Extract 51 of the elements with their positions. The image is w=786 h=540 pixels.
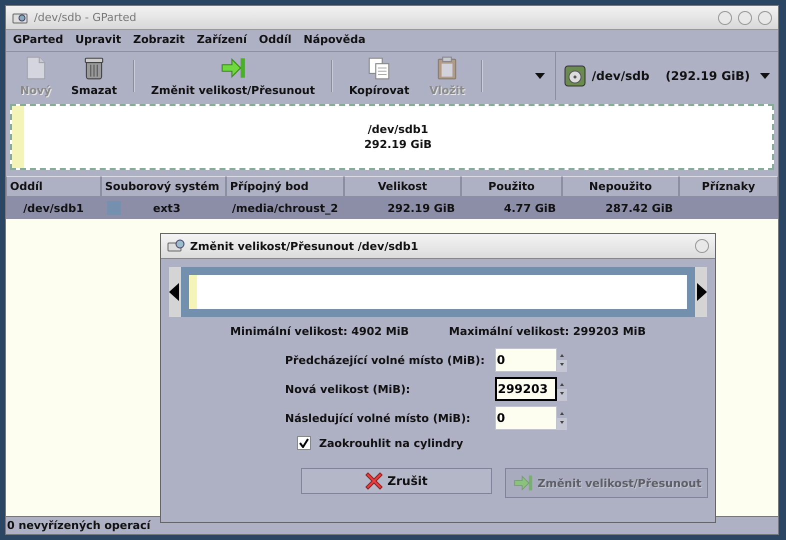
table-row[interactable]: /dev/sdb1 ext3 /media/chroust_2 292.19 GiB 4.77 GiB 287.42 GiB: [6, 197, 778, 219]
spin-field[interactable]: 0: [494, 406, 557, 430]
window-title: /dev/sdb - GParted: [34, 11, 138, 24]
min-size-label: Minimální velikost: 4902 MiB: [230, 325, 409, 338]
copy-icon: [366, 55, 392, 81]
menu-item[interactable]: Zařízení: [196, 33, 247, 48]
toolbar-button[interactable]: Smazat: [61, 52, 127, 100]
field-label: Nová velikost (MiB):: [285, 382, 412, 396]
table-cell-text: /dev/sdb1: [22, 202, 85, 214]
field-label: Následující volné místo (MiB):: [285, 412, 472, 424]
toolbar-button[interactable]: Změnit velikost/Přesunout: [141, 52, 325, 100]
checkbox-label: Zaokrouhlit na cylindry: [319, 436, 464, 450]
close-icon: [365, 472, 384, 490]
column-header[interactable]: Použito: [461, 176, 562, 197]
column-header[interactable]: Oddíl: [6, 176, 101, 197]
menu-item[interactable]: GParted: [13, 33, 64, 48]
table-cell-text: 4.77 GiB: [502, 202, 557, 214]
disk-icon: [167, 239, 185, 253]
right-handle-icon[interactable]: [697, 283, 707, 301]
used-space-bar: [12, 106, 24, 168]
arrow-icon: [512, 473, 534, 493]
menu-item[interactable]: Zobrazit: [133, 33, 185, 48]
table-cell-text: 287.42 GiB: [604, 202, 674, 214]
column-header[interactable]: Velikost: [344, 176, 461, 197]
column-header[interactable]: Přípojný bod: [226, 176, 344, 197]
used-space-bar: [189, 275, 197, 309]
column-header[interactable]: Souborový systém: [101, 176, 226, 197]
dropdown-arrow-icon: [760, 73, 770, 79]
partition-size: 292.19 GiB: [364, 138, 432, 151]
table-cell-text: /media/chroust_2: [231, 202, 340, 214]
dropdown-arrow-icon[interactable]: [534, 73, 545, 79]
checkbox[interactable]: [297, 436, 311, 450]
menu-item[interactable]: Oddíl: [258, 33, 292, 48]
toolbar-button[interactable]: Kopírovat: [338, 52, 420, 100]
status-text: 0 nevyřízených operací: [7, 519, 150, 532]
partition-map[interactable]: /dev/sdb1 292.19 GiB: [10, 104, 774, 170]
spin-field[interactable]: 0: [494, 348, 557, 372]
partition-name: /dev/sdb1: [368, 123, 428, 136]
left-handle-icon[interactable]: [169, 283, 179, 301]
dialog-title: Změnit velikost/Přesunout /dev/sdb1: [190, 240, 420, 252]
table-cell-text: 292.19 GiB: [386, 202, 456, 214]
menu-item[interactable]: Upravit: [75, 33, 122, 48]
device-selector[interactable]: /dev/sdb (292.19 GiB): [554, 52, 774, 100]
column-header[interactable]: Příznaky: [679, 176, 778, 197]
spin-field[interactable]: 299203: [494, 377, 557, 401]
column-header[interactable]: Nepoužito: [562, 176, 679, 197]
cancel-button[interactable]: Zrušit: [301, 468, 492, 494]
max-size-label: Maximální velikost: 299203 MiB: [448, 325, 646, 338]
menu-item[interactable]: Nápověda: [304, 33, 366, 48]
field-label: Předcházející volné místo (MiB):: [285, 354, 485, 366]
table-cell: ext3: [153, 202, 180, 214]
